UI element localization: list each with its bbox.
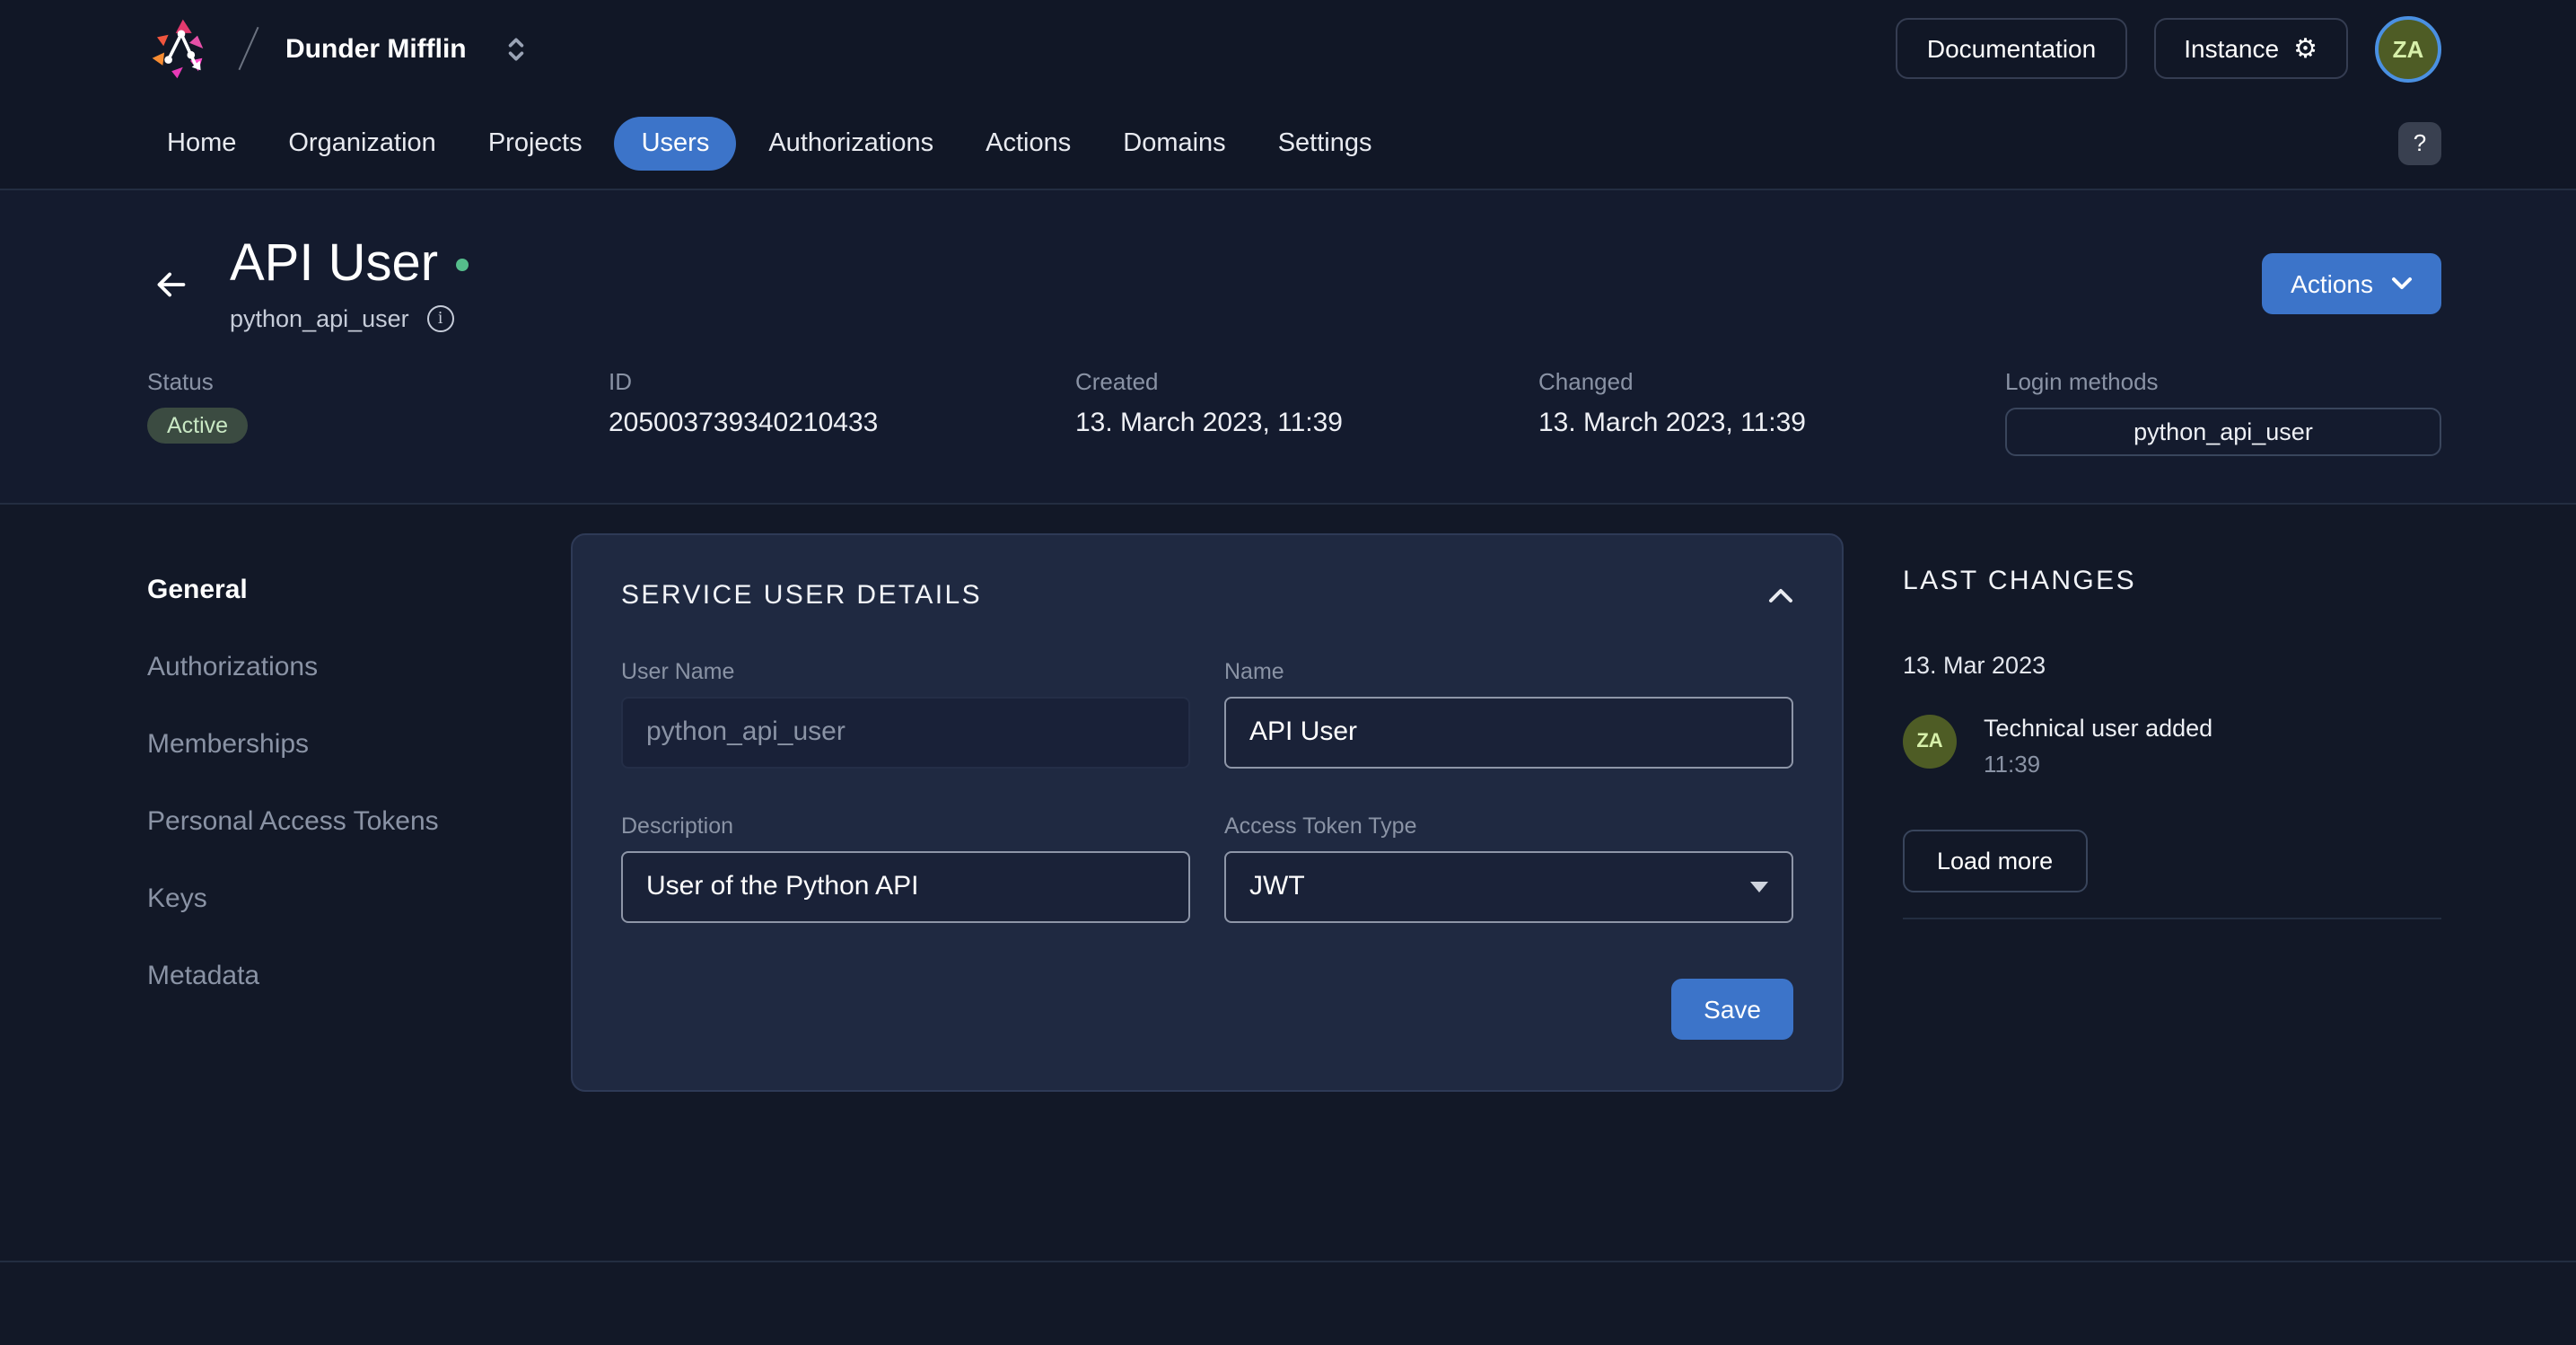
id-value: 205003739340210433	[609, 408, 1075, 438]
access-token-type-label: Access Token Type	[1224, 813, 1793, 839]
collapse-card-button[interactable]	[1768, 587, 1793, 603]
instance-label: Instance	[2184, 34, 2279, 63]
tab-home[interactable]: Home	[147, 116, 256, 170]
topbar-right: Documentation Instance ⚙ ZA	[1897, 15, 2441, 82]
access-token-type-select[interactable]: JWT	[1224, 851, 1793, 923]
tab-domains[interactable]: Domains	[1103, 116, 1245, 170]
user-name-label: User Name	[621, 659, 1190, 684]
card-actions: Save	[621, 979, 1793, 1040]
info-icon[interactable]: i	[427, 305, 454, 332]
chevron-down-icon	[2391, 277, 2413, 292]
created-value: 13. March 2023, 11:39	[1075, 408, 1538, 438]
save-button[interactable]: Save	[1671, 979, 1793, 1040]
title-block: API User python_api_user i	[230, 237, 469, 332]
id-label: ID	[609, 368, 1075, 395]
id-column: ID 205003739340210433	[609, 368, 1075, 456]
changed-value: 13. March 2023, 11:39	[1538, 408, 2005, 438]
page-subtitle: python_api_user	[230, 305, 409, 332]
chevron-up-icon	[1768, 587, 1793, 603]
sidebar-item-general[interactable]: General	[147, 575, 248, 605]
select-caret-icon	[1750, 882, 1768, 892]
tab-authorizations[interactable]: Authorizations	[749, 116, 953, 170]
card-header: SERVICE USER DETAILS	[621, 580, 1793, 611]
org-name: Dunder Mifflin	[285, 33, 467, 64]
actions-button-label: Actions	[2291, 270, 2373, 299]
documentation-label: Documentation	[1927, 34, 2096, 63]
main-content: General Authorizations Memberships Perso…	[0, 505, 2576, 1261]
changes-divider	[1903, 918, 2441, 919]
page-title: API User	[230, 237, 438, 294]
tab-users[interactable]: Users	[615, 116, 737, 170]
sidebar-item-memberships[interactable]: Memberships	[147, 729, 309, 760]
console-app: Dunder Mifflin Documentation Instance ⚙ …	[0, 0, 2576, 1345]
instance-button[interactable]: Instance ⚙	[2153, 18, 2348, 79]
tab-organization[interactable]: Organization	[268, 116, 455, 170]
status-column: Status Active	[147, 368, 609, 456]
sidebar-item-authorizations[interactable]: Authorizations	[147, 652, 318, 682]
avatar-initials: ZA	[2393, 35, 2424, 62]
main-nav: Home Organization Projects Users Authori…	[0, 97, 2576, 190]
name-label: Name	[1224, 659, 1793, 684]
change-event: ZA Technical user added 11:39	[1903, 715, 2441, 778]
tab-actions[interactable]: Actions	[966, 116, 1091, 170]
login-methods-label: Login methods	[2005, 368, 2159, 395]
details-form: User Name Name Description Access Token …	[621, 659, 1793, 923]
access-token-type-value: JWT	[1249, 872, 1305, 902]
info-row: Status Active ID 205003739340210433 Crea…	[0, 332, 2576, 503]
description-input[interactable]	[621, 851, 1190, 923]
load-more-button[interactable]: Load more	[1903, 830, 2087, 892]
actions-button[interactable]: Actions	[2262, 254, 2441, 315]
footer-bar	[0, 1261, 2576, 1345]
title-row: API User python_api_user i Actions	[0, 190, 2576, 332]
tab-projects[interactable]: Projects	[469, 116, 602, 170]
page-header: API User python_api_user i Actions Statu…	[0, 190, 2576, 505]
gear-icon: ⚙	[2293, 35, 2318, 62]
changed-column: Changed 13. March 2023, 11:39	[1538, 368, 2005, 456]
user-avatar[interactable]: ZA	[2375, 15, 2441, 82]
description-label: Description	[621, 813, 1190, 839]
login-method-chip: python_api_user	[2005, 408, 2441, 456]
user-name-input	[621, 697, 1190, 769]
service-user-details-card: SERVICE USER DETAILS User Name Name Desc…	[571, 533, 1844, 1092]
sidebar-item-metadata[interactable]: Metadata	[147, 961, 259, 991]
created-label: Created	[1075, 368, 1538, 395]
description-field-group: Description	[621, 813, 1190, 923]
back-arrow-icon	[150, 264, 191, 305]
changed-label: Changed	[1538, 368, 2005, 395]
name-field-group: Name	[1224, 659, 1793, 769]
save-button-label: Save	[1704, 995, 1761, 1024]
tab-settings[interactable]: Settings	[1258, 116, 1392, 170]
documentation-button[interactable]: Documentation	[1897, 18, 2126, 79]
login-methods-column: Login methods python_api_user	[2005, 368, 2441, 456]
unfold-icon	[506, 35, 526, 62]
section-sidebar: General Authorizations Memberships Perso…	[147, 505, 571, 991]
sidebar-item-personal-access-tokens[interactable]: Personal Access Tokens	[147, 806, 439, 837]
org-switcher[interactable]: Dunder Mifflin	[285, 33, 526, 64]
last-changes-panel: LAST CHANGES 13. Mar 2023 ZA Technical u…	[1903, 505, 2441, 919]
user-name-field-group: User Name	[621, 659, 1190, 769]
nav-tabs: Home Organization Projects Users Authori…	[147, 116, 1392, 170]
status-label: Status	[147, 368, 609, 395]
event-time: 11:39	[1984, 751, 2212, 778]
event-avatar: ZA	[1903, 715, 1957, 769]
access-token-type-field-group: Access Token Type JWT	[1224, 813, 1793, 923]
last-changes-title: LAST CHANGES	[1903, 566, 2441, 596]
zitadel-logo	[147, 16, 215, 81]
changes-date: 13. Mar 2023	[1903, 652, 2441, 679]
user-active-dot	[456, 259, 469, 271]
sidebar-item-keys[interactable]: Keys	[147, 883, 207, 914]
help-button[interactable]: ?	[2398, 121, 2441, 164]
top-bar: Dunder Mifflin Documentation Instance ⚙ …	[0, 0, 2576, 97]
event-text: Technical user added	[1984, 715, 2212, 745]
breadcrumb-slash	[239, 27, 259, 70]
back-button[interactable]	[147, 261, 194, 308]
event-body: Technical user added 11:39	[1984, 715, 2212, 778]
created-column: Created 13. March 2023, 11:39	[1075, 368, 1538, 456]
name-input[interactable]	[1224, 697, 1793, 769]
status-badge: Active	[147, 408, 248, 444]
card-title: SERVICE USER DETAILS	[621, 580, 982, 611]
